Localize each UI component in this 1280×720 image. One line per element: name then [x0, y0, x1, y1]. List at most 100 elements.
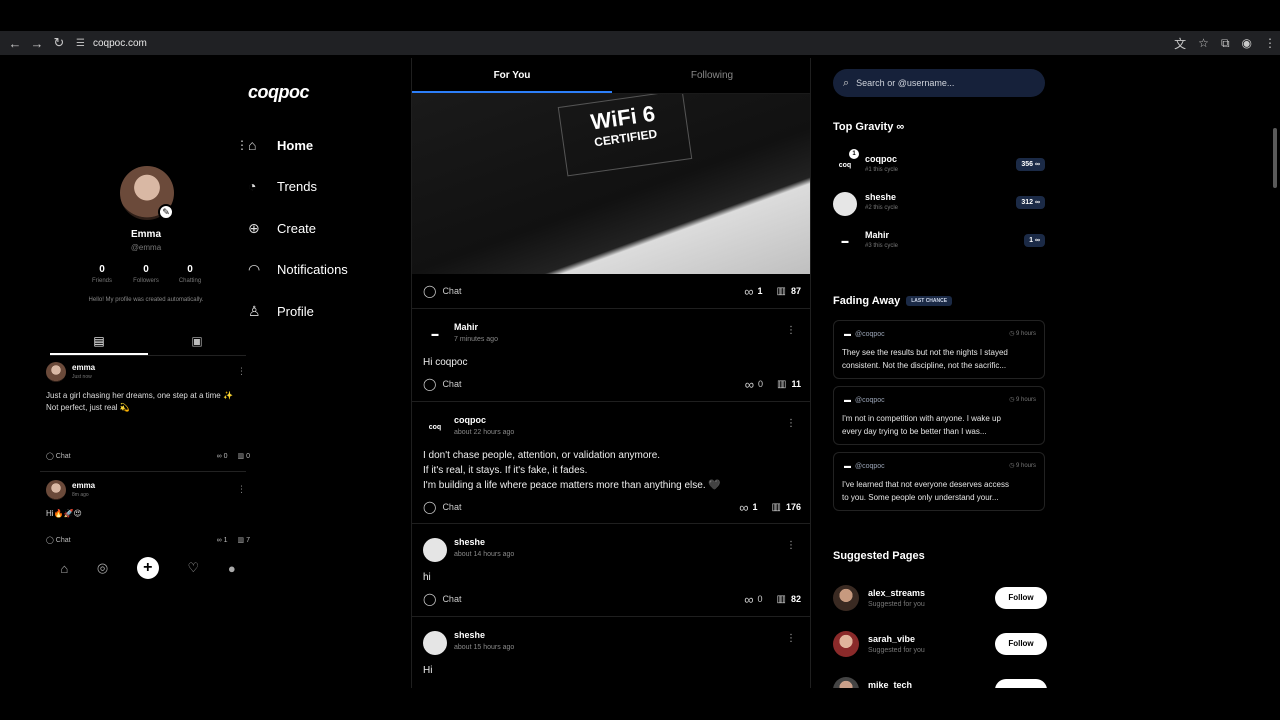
nav-item-trends[interactable]: ◔ Trends	[236, 175, 317, 197]
home-icon[interactable]: ⌂	[60, 561, 68, 576]
chat-button[interactable]: Chat	[442, 286, 461, 296]
avatar[interactable]: ▬	[833, 230, 857, 254]
avatar[interactable]	[423, 538, 447, 562]
post-actions: ◯ Chat ∞ 1 ▥ 87	[423, 283, 801, 299]
top-gravity-item[interactable]: coq 1 coqpoc #1 this cycle 356 ∞	[833, 149, 1045, 180]
more-icon[interactable]: ⋮	[786, 540, 796, 551]
post-author[interactable]: sheshe	[454, 537, 485, 547]
tab-following[interactable]: Following	[612, 58, 810, 93]
gravity-icon[interactable]: ∞	[744, 284, 753, 299]
chat-icon[interactable]: ◯	[423, 500, 436, 514]
post-time: about 22 hours ago	[454, 429, 515, 436]
top-gravity-item[interactable]: ▬ Mahir #3 this cycle 1 ∞	[833, 228, 1045, 256]
fading-post-card[interactable]: ▬ @coqpoc ◷ 9 hours I'm not in competitio…	[833, 386, 1045, 445]
page-scrollbar[interactable]	[1270, 58, 1280, 688]
feed-tabs: For You Following	[412, 58, 810, 94]
chat-icon[interactable]: ◯	[423, 377, 436, 391]
gravity-icon[interactable]: ∞	[739, 500, 748, 515]
infinity-icon: ∞	[896, 121, 905, 133]
post-author[interactable]: emma	[72, 363, 95, 372]
translate-icon[interactable]: 文	[1174, 35, 1186, 52]
chat-button[interactable]: Chat	[442, 594, 461, 604]
post-author[interactable]: Mahir	[454, 322, 478, 332]
avatar[interactable]	[46, 362, 66, 382]
heart-icon[interactable]: ♡	[188, 560, 200, 576]
chat-button[interactable]: Chat	[442, 379, 461, 389]
compass-icon[interactable]: ◎	[97, 560, 108, 576]
chat-icon[interactable]: ◯	[46, 536, 54, 544]
stat-followers[interactable]: 0 Followers	[124, 264, 168, 284]
browser-menu-icon[interactable]: ⋮	[1264, 36, 1276, 50]
chat-icon[interactable]: ◯	[46, 452, 54, 460]
post-author[interactable]: sheshe	[454, 630, 485, 640]
chat-button[interactable]: Chat	[442, 502, 461, 512]
site-logo[interactable]: coqpoc	[248, 82, 310, 103]
gravity-icon[interactable]: ∞	[744, 592, 753, 607]
chat-icon[interactable]: ◯	[423, 592, 436, 606]
media-tab-icon[interactable]: ▣	[148, 332, 246, 355]
gravity-score: 356 ∞	[1016, 158, 1045, 171]
bookmark-star-icon[interactable]: ☆	[1198, 36, 1209, 50]
forward-icon[interactable]: →	[26, 36, 48, 51]
gravity-icon[interactable]: ∞	[217, 453, 222, 460]
scrollbar-thumb[interactable]	[1273, 128, 1277, 188]
search-input[interactable]	[856, 78, 1027, 88]
address-bar[interactable]: ☰ coqpoc.com	[76, 38, 147, 49]
top-gravity-item[interactable]: sheshe #2 this cycle 312 ∞	[833, 190, 1045, 218]
avatar[interactable]	[833, 677, 859, 688]
fading-post-card[interactable]: ▬ @coqpoc ◷ 9 hours They see the results …	[833, 320, 1045, 379]
follow-button[interactable]	[995, 679, 1047, 688]
avatar[interactable]	[46, 480, 66, 500]
avatar[interactable]	[423, 631, 447, 655]
tab-for-you[interactable]: For You	[412, 58, 612, 93]
rank-name[interactable]: sheshe	[865, 192, 896, 202]
more-icon[interactable]: ⋮	[786, 325, 796, 336]
rank-name[interactable]: Mahir	[865, 230, 889, 240]
rank-name[interactable]: coqpoc	[865, 154, 897, 164]
post-author[interactable]: coqpoc	[454, 415, 486, 425]
chat-icon[interactable]: ◯	[423, 284, 436, 298]
site-settings-icon[interactable]: ☰	[76, 38, 85, 49]
follow-button[interactable]: Follow	[995, 587, 1047, 609]
back-icon[interactable]: ←	[4, 36, 26, 51]
avatar[interactable]	[833, 192, 857, 216]
avatar[interactable]: coq	[423, 416, 447, 440]
more-icon[interactable]: ⋮	[786, 633, 796, 644]
posts-tab-icon[interactable]: ▤	[50, 332, 148, 355]
fading-post-card[interactable]: ▬ @coqpoc ◷ 9 hours I've learned that not…	[833, 452, 1045, 511]
nav-item-profile[interactable]: ♙ Profile	[236, 300, 314, 322]
gravity-score: 1 ∞	[1024, 234, 1045, 247]
avatar[interactable]	[833, 631, 859, 657]
more-icon[interactable]: ⋮	[237, 366, 246, 377]
chat-button[interactable]: Chat	[56, 537, 71, 544]
follow-button[interactable]: Follow	[995, 633, 1047, 655]
more-icon[interactable]: ⋮	[786, 418, 796, 429]
suggested-name[interactable]: alex_streams	[868, 588, 925, 598]
create-plus-icon[interactable]: +	[136, 557, 159, 579]
post-image[interactable]: WiFi 6 CERTIFIED	[412, 94, 810, 274]
gravity-icon[interactable]: ∞	[217, 537, 222, 544]
person-icon[interactable]: ●	[228, 561, 236, 576]
edit-avatar-icon[interactable]: ✎	[158, 204, 174, 220]
nav-item-notifications[interactable]: ◠ Notifications	[236, 258, 348, 280]
more-icon[interactable]: ⋮	[237, 484, 246, 495]
nav-item-create[interactable]: ⊕ Create	[236, 217, 316, 239]
gravity-icon[interactable]: ∞	[745, 377, 754, 392]
stat-chatting[interactable]: 0 Chatting	[168, 264, 212, 284]
suggested-name[interactable]: sarah_vibe	[868, 634, 915, 644]
stat-friends[interactable]: 0 Friends	[80, 264, 124, 284]
avatar[interactable]	[833, 585, 859, 611]
post-author[interactable]: emma	[72, 481, 95, 490]
gravity-count: 0	[758, 379, 764, 389]
extensions-icon[interactable]: ⧉	[1221, 36, 1230, 51]
more-icon[interactable]: ⋮	[236, 138, 248, 152]
nav-item-home[interactable]: ⋮ ⌂ Home	[236, 134, 313, 156]
account-icon[interactable]: ◉	[1242, 36, 1252, 50]
rank-badge: 1	[849, 149, 859, 159]
feed: For You Following WiFi 6 CERTIFIED ◯ Chat…	[411, 58, 811, 688]
chat-button[interactable]: Chat	[56, 453, 71, 460]
reload-icon[interactable]: ↻	[48, 35, 70, 51]
gravity-count: 1	[752, 502, 758, 512]
avatar[interactable]: ▬	[423, 323, 447, 347]
suggested-name[interactable]: mike_tech	[868, 680, 912, 688]
